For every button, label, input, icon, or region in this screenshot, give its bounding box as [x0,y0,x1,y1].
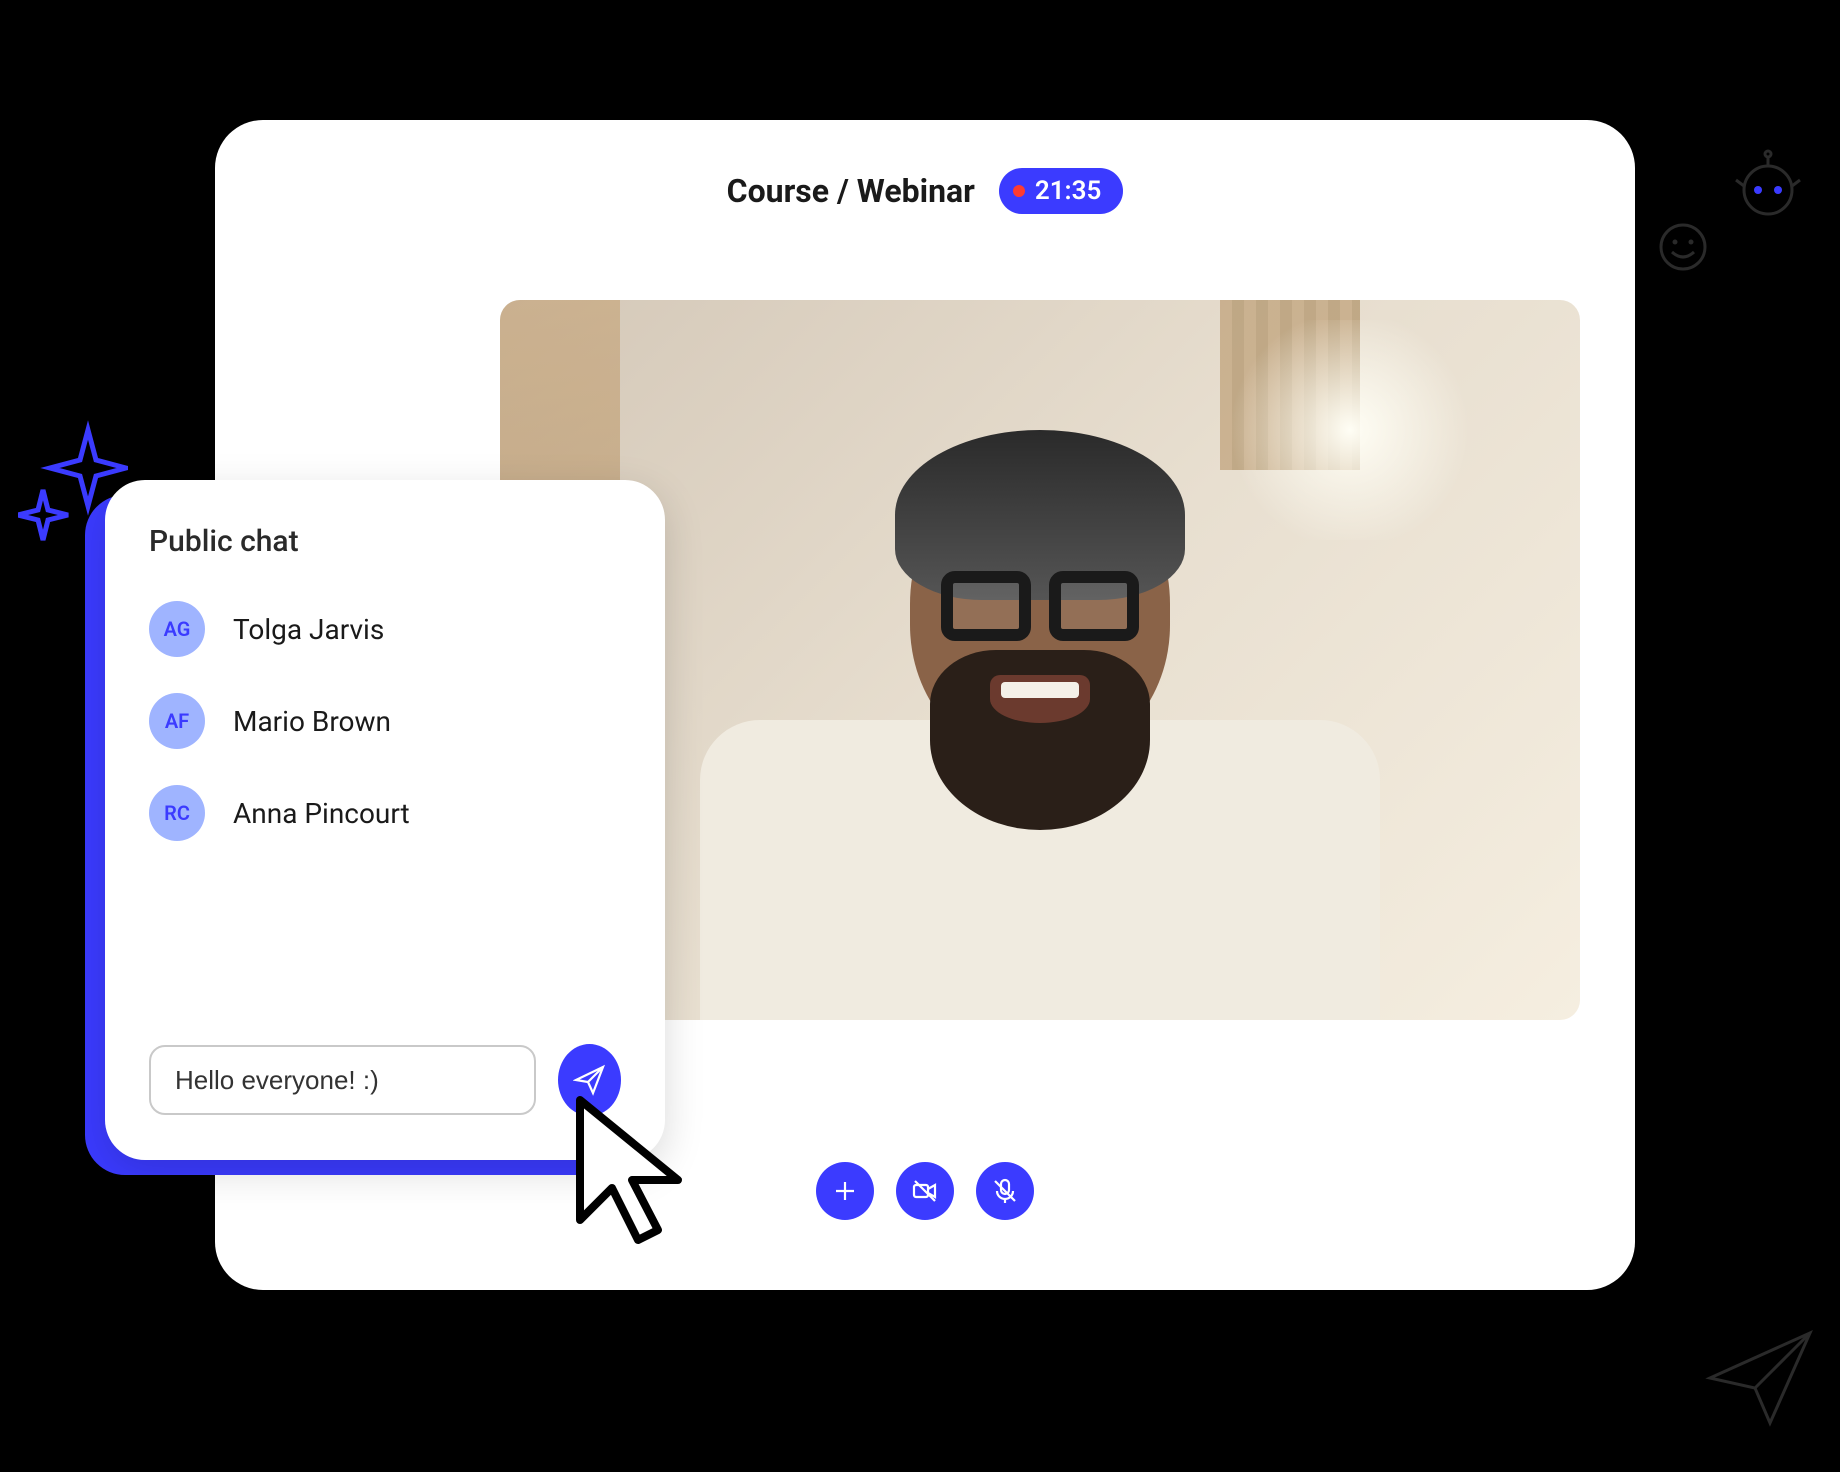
avatar: RC [149,785,205,841]
participant-row[interactable]: AG Tolga Jarvis [149,601,621,657]
header: Course / Webinar 21:35 [255,168,1595,214]
chat-title: Public chat [149,524,621,559]
paper-plane-icon [1700,1318,1820,1442]
participant-row[interactable]: RC Anna Pincourt [149,785,621,841]
participant-name: Anna Pincourt [233,797,410,830]
chat-compose-row [149,1044,621,1116]
timer-value: 21:35 [1035,176,1102,206]
bot-icon [1732,148,1804,224]
page-title: Course / Webinar [727,172,975,210]
recording-dot-icon [1013,185,1025,197]
chat-message-input[interactable] [149,1045,536,1115]
avatar: AG [149,601,205,657]
participant-name: Mario Brown [233,705,391,738]
mic-off-button[interactable] [976,1162,1034,1220]
camera-off-button[interactable] [896,1162,954,1220]
participant-row[interactable]: AF Mario Brown [149,693,621,749]
public-chat-panel: Public chat AG Tolga Jarvis AF Mario Bro… [105,480,665,1160]
recording-timer-badge: 21:35 [999,168,1124,214]
avatar: AF [149,693,205,749]
smiley-icon [1656,220,1710,278]
send-message-button[interactable] [558,1044,621,1116]
call-controls [816,1162,1034,1220]
participant-name: Tolga Jarvis [233,613,384,646]
add-button[interactable] [816,1162,874,1220]
